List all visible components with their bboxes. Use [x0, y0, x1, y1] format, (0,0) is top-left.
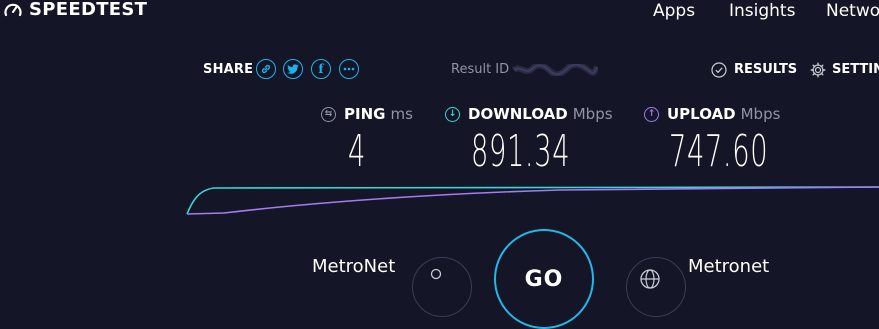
- download-value: 891.34: [471, 126, 571, 177]
- results-button[interactable]: RESULTS: [711, 62, 797, 78]
- user-info-button[interactable]: [412, 257, 472, 317]
- result-id-label: Result ID: [451, 62, 510, 77]
- ping-label: PING: [344, 105, 386, 123]
- download-label-group: ↓ DOWNLOAD Mbps: [445, 105, 613, 123]
- check-circle-icon: [711, 62, 727, 78]
- upload-value: 747.60: [669, 126, 769, 177]
- upload-label-group: ↑ UPLOAD Mbps: [644, 105, 780, 123]
- redacted-result-id: [512, 64, 598, 76]
- share-more-button[interactable]: [339, 59, 359, 79]
- share-facebook-button[interactable]: f: [311, 59, 331, 79]
- settings-button[interactable]: SETTIN: [810, 62, 879, 78]
- facebook-icon: f: [318, 62, 324, 76]
- results-label: RESULTS: [734, 62, 798, 77]
- more-icon: [343, 67, 355, 71]
- globe-icon: [640, 269, 660, 289]
- download-label: DOWNLOAD: [468, 105, 568, 123]
- share-label: SHARE: [203, 62, 254, 77]
- change-server-button[interactable]: [626, 257, 686, 317]
- nav-apps[interactable]: Apps: [653, 0, 695, 22]
- nav-insights[interactable]: Insights: [729, 0, 795, 22]
- server-name-right: Metronet: [688, 256, 770, 277]
- user-icon: [430, 268, 442, 280]
- download-arrow-icon: ↓: [445, 106, 460, 122]
- isp-name-left: MetroNet: [312, 256, 396, 277]
- upload-graph-line: [186, 186, 879, 215]
- nav-network[interactable]: Netwo: [826, 0, 879, 22]
- go-label: GO: [524, 267, 564, 292]
- upload-unit: Mbps: [740, 105, 781, 123]
- go-button[interactable]: GO: [494, 229, 594, 329]
- share-link-button[interactable]: [256, 59, 276, 79]
- ping-unit: ms: [390, 105, 413, 123]
- ping-icon: ⇆: [321, 106, 336, 122]
- gear-icon: [810, 62, 826, 78]
- ping-value: 4: [348, 126, 366, 177]
- ping-label-group: ⇆ PING ms: [321, 105, 413, 123]
- speed-graph: [186, 186, 879, 215]
- upload-label: UPLOAD: [667, 105, 736, 123]
- download-unit: Mbps: [572, 105, 613, 123]
- logo-text: SPEEDTEST: [29, 0, 148, 20]
- upload-arrow-icon: ↑: [644, 106, 659, 122]
- gauge-icon: [4, 3, 22, 17]
- settings-label: SETTIN: [832, 62, 879, 77]
- twitter-icon: [287, 63, 299, 74]
- share-twitter-button[interactable]: [283, 59, 303, 79]
- speedtest-logo[interactable]: SPEEDTEST: [4, 0, 147, 20]
- link-icon: [261, 64, 271, 74]
